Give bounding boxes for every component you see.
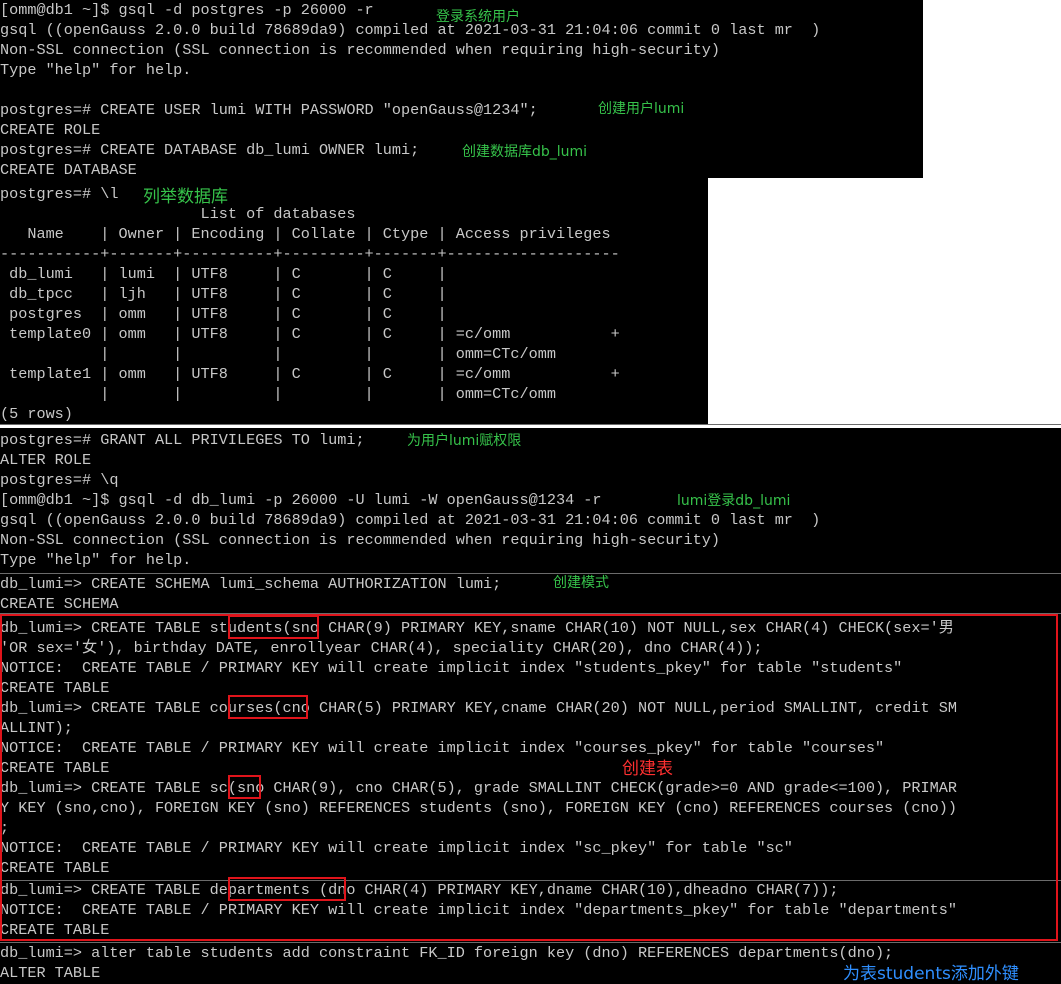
terminal-line: CREATE TABLE (0, 679, 110, 697)
terminal-line: CREATE TABLE (0, 921, 110, 939)
terminal-line: template1 | omm | UTF8 | C | C | =c/omm … (0, 365, 620, 383)
terminal-panel-create-departments: db_lumi=> CREATE TABLE departments (dno … (0, 880, 1061, 942)
terminal-line: db_lumi=> CREATE SCHEMA lumi_schema AUTH… (0, 575, 502, 593)
terminal-line: Name | Owner | Encoding | Collate | Ctyp… (0, 225, 611, 243)
terminal-line: 'OR sex='女'), birthday DATE, enrollyear … (0, 639, 763, 657)
terminal-line: [omm@db1 ~]$ gsql -d db_lumi -p 26000 -U… (0, 491, 602, 509)
terminal-line: db_lumi=> CREATE TABLE courses(cno CHAR(… (0, 699, 957, 717)
terminal-line: CREATE ROLE (0, 121, 101, 139)
terminal-line: | | | | | omm=CTc/omm (0, 345, 556, 363)
screenshot-collage: { "panel1": { "lines": [ "[omm@db1 ~]$ g… (0, 0, 1061, 984)
terminal-output: db_lumi=> CREATE TABLE departments (dno … (0, 880, 1061, 940)
terminal-output: postgres=# \l List of databases Name | O… (0, 178, 708, 424)
annotation-create-user: 创建用户lumi (598, 101, 685, 117)
annotation-create-db: 创建数据库db_lumi (462, 144, 588, 160)
terminal-line: postgres=# CREATE USER lumi WITH PASSWOR… (0, 101, 538, 119)
terminal-line: db_lumi=> CREATE TABLE departments (dno … (0, 881, 839, 899)
panel-divider (0, 573, 1061, 574)
terminal-output: postgres=# GRANT ALL PRIVILEGES TO lumi;… (0, 428, 1061, 570)
terminal-line: NOTICE: CREATE TABLE / PRIMARY KEY will … (0, 839, 793, 857)
terminal-line: ; (0, 819, 10, 837)
terminal-line: List of databases (0, 205, 356, 223)
terminal-panel-create-schema: db_lumi=> CREATE SCHEMA lumi_schema AUTH… (0, 574, 1061, 614)
terminal-line: db_lumi=> CREATE TABLE students(sno CHAR… (0, 619, 954, 637)
terminal-line: CREATE TABLE (0, 759, 110, 777)
terminal-line: CREATE DATABASE (0, 161, 137, 178)
terminal-panel-grant-login: postgres=# GRANT ALL PRIVILEGES TO lumi;… (0, 428, 1061, 573)
panel-divider (0, 880, 1061, 881)
terminal-line: NOTICE: CREATE TABLE / PRIMARY KEY will … (0, 739, 885, 757)
terminal-panel-list-databases: postgres=# \l List of databases Name | O… (0, 178, 708, 424)
terminal-line: db_tpcc | ljh | UTF8 | C | C | (0, 285, 447, 303)
terminal-line: template0 | omm | UTF8 | C | C | =c/omm … (0, 325, 620, 343)
terminal-line: postgres=# \q (0, 471, 119, 489)
annotation-login: 登录系统用户 (436, 9, 520, 25)
terminal-output: db_lumi=> CREATE SCHEMA lumi_schema AUTH… (0, 574, 1061, 614)
terminal-line: postgres=# \l (0, 185, 119, 203)
terminal-line: gsql ((openGauss 2.0.0 build 78689da9) c… (0, 511, 821, 529)
terminal-line: CREATE SCHEMA (0, 595, 119, 613)
terminal-line: Non-SSL connection (SSL connection is re… (0, 41, 721, 59)
panel-divider (0, 942, 1061, 943)
terminal-line: Non-SSL connection (SSL connection is re… (0, 531, 721, 549)
panel-divider (0, 424, 1061, 425)
terminal-line: postgres | omm | UTF8 | C | C | (0, 305, 447, 323)
annotation-grant: 为用户lumi赋权限 (407, 433, 522, 449)
terminal-line: CREATE TABLE (0, 859, 110, 877)
annotation-list-db: 列举数据库 (143, 187, 228, 207)
annotation-create-schema: 创建模式 (553, 575, 609, 591)
terminal-line: Type "help" for help. (0, 551, 192, 569)
terminal-line: db_lumi=> CREATE TABLE sc(sno CHAR(9), c… (0, 779, 957, 797)
terminal-line: db_lumi | lumi | UTF8 | C | C | (0, 265, 447, 283)
terminal-output: db_lumi=> CREATE TABLE students(sno CHAR… (0, 614, 1061, 878)
terminal-line: NOTICE: CREATE TABLE / PRIMARY KEY will … (0, 901, 957, 919)
terminal-line: (5 rows) (0, 405, 73, 423)
terminal-line: postgres=# GRANT ALL PRIVILEGES TO lumi; (0, 431, 365, 449)
terminal-line: NOTICE: CREATE TABLE / PRIMARY KEY will … (0, 659, 903, 677)
annotation-add-fk: 为表students添加外键 (843, 964, 1019, 984)
terminal-panel-create-tables: db_lumi=> CREATE TABLE students(sno CHAR… (0, 614, 1061, 880)
terminal-line: Type "help" for help. (0, 61, 192, 79)
annotation-login-db: lumi登录db_lumi (677, 493, 791, 509)
terminal-line: ALLINT); (0, 719, 73, 737)
terminal-line: | | | | | omm=CTc/omm (0, 385, 556, 403)
terminal-line: Y KEY (sno,cno), FOREIGN KEY (sno) REFER… (0, 799, 957, 817)
panel-divider (0, 613, 1061, 614)
terminal-line: -----------+-------+----------+---------… (0, 245, 620, 263)
annotation-create-table: 创建表 (622, 759, 673, 779)
terminal-line: ALTER ROLE (0, 451, 92, 469)
